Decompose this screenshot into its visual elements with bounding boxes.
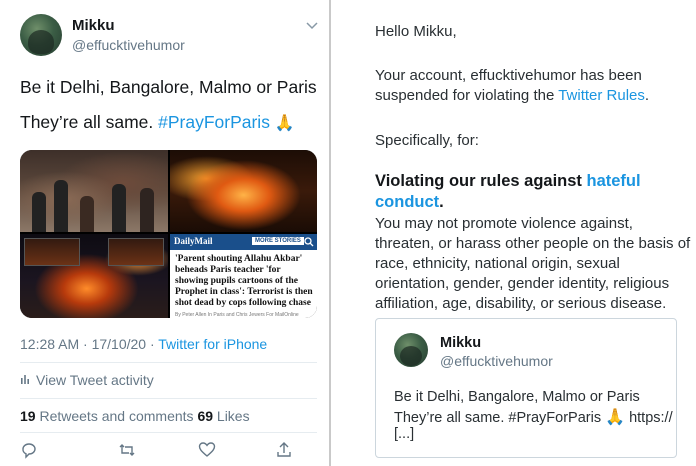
quoted-text-line1: Be it Delhi, Bangalore, Malmo or Paris (394, 389, 640, 405)
pray-emoji: 🙏 (274, 113, 295, 132)
tweet-text-line1: Be it Delhi, Bangalore, Malmo or Paris (20, 77, 317, 97)
quoted-text-line3: [...] (394, 426, 415, 442)
media-image-news-article[interactable]: DailyMail MORE STORIES 'Parent shouting … (170, 234, 317, 318)
email-paragraph-prefix: suspended for violating the (375, 87, 559, 104)
email-paragraph-suffix: . (644, 87, 650, 104)
likes-count[interactable]: 69 (197, 408, 213, 424)
avatar (394, 333, 428, 367)
tweet-text-prefix: They’re all same. (20, 112, 159, 132)
divider (20, 432, 317, 433)
pray-emoji: 🙏 (605, 407, 626, 426)
tweet-meta: 12:28 AM · 17/10/20 · Twitter for iPhone (20, 336, 267, 352)
dailymail-logo: DailyMail (174, 236, 213, 246)
tweet-actions (20, 441, 317, 461)
divider (20, 398, 317, 399)
quoted-author-handle: @effucktivehumor (440, 353, 553, 369)
chevron-down-icon[interactable] (305, 18, 319, 32)
quoted-author-name: Mikku (440, 335, 482, 351)
news-headline: 'Parent shouting Allahu Akbar' beheads P… (175, 254, 313, 308)
twitter-rules-link[interactable]: Twitter Rules (558, 87, 645, 104)
search-icon (304, 237, 314, 247)
more-stories-button: MORE STORIES (252, 237, 304, 245)
retweets-count[interactable]: 19 (20, 408, 36, 424)
reply-icon[interactable] (20, 441, 38, 459)
quoted-text-line2: They’re all same. #PrayForParis 🙏 https:… (394, 407, 674, 426)
hateful-conduct-link-part2[interactable]: conduct (375, 193, 439, 211)
hashtag-link[interactable]: #PrayForParis (158, 112, 270, 132)
tweet-text-line2: They’re all same. #PrayForParis 🙏 (20, 112, 295, 133)
email-paragraph-line2: suspended for violating the Twitter Rule… (375, 86, 649, 106)
violation-heading: Violating our rules against hateful condu… (375, 171, 675, 213)
media-image-fire[interactable] (170, 150, 317, 232)
email-greeting: Hello Mikku, (375, 23, 457, 40)
tweet-card: Mikku @effucktivehumor Be it Delhi, Bang… (0, 0, 330, 466)
violation-heading-suffix: . (439, 193, 444, 211)
email-specifically: Specifically, for: (375, 132, 479, 149)
quoted-text-prefix: They’re all same. #PrayForParis (394, 410, 606, 426)
tweet-timestamp[interactable]: 12:28 AM · 17/10/20 · (20, 336, 158, 352)
retweet-icon[interactable] (118, 441, 136, 459)
bar-chart-icon[interactable] (20, 373, 32, 385)
tweet-stats: 19 Retweets and comments 69 Likes (20, 408, 250, 424)
divider (20, 362, 317, 363)
violation-heading-prefix: Violating our rules against (375, 172, 587, 190)
media-image-riot[interactable] (20, 150, 168, 232)
view-tweet-activity-link[interactable]: View Tweet activity (36, 372, 154, 388)
like-icon[interactable] (198, 441, 216, 459)
violation-description: You may not promote violence against, th… (375, 215, 691, 312)
news-header-bar: DailyMail MORE STORIES (170, 234, 317, 250)
share-icon[interactable] (275, 441, 293, 459)
quoted-link[interactable]: https:// (625, 410, 673, 426)
likes-label[interactable]: Likes (213, 408, 250, 424)
tweet-author-handle[interactable]: @effucktivehumor (72, 37, 185, 53)
media-image-night-fire[interactable] (20, 234, 168, 318)
avatar[interactable] (20, 14, 62, 56)
email-paragraph-line1: Your account, effucktivehumor has been (375, 67, 642, 84)
retweets-label[interactable]: Retweets and comments (36, 408, 198, 424)
tweet-source-link[interactable]: Twitter for iPhone (158, 336, 267, 352)
quoted-tweet[interactable]: Mikku @effucktivehumor Be it Delhi, Bang… (375, 318, 677, 458)
news-byline: By Peter Allen In Paris and Chris Jewers… (175, 312, 299, 318)
suspension-email: Hello Mikku, Your account, effucktivehum… (331, 0, 696, 466)
hateful-conduct-link-part1[interactable]: hateful (587, 172, 641, 190)
tweet-media-grid[interactable]: DailyMail MORE STORIES 'Parent shouting … (20, 150, 317, 318)
tweet-author-name[interactable]: Mikku (72, 17, 115, 34)
